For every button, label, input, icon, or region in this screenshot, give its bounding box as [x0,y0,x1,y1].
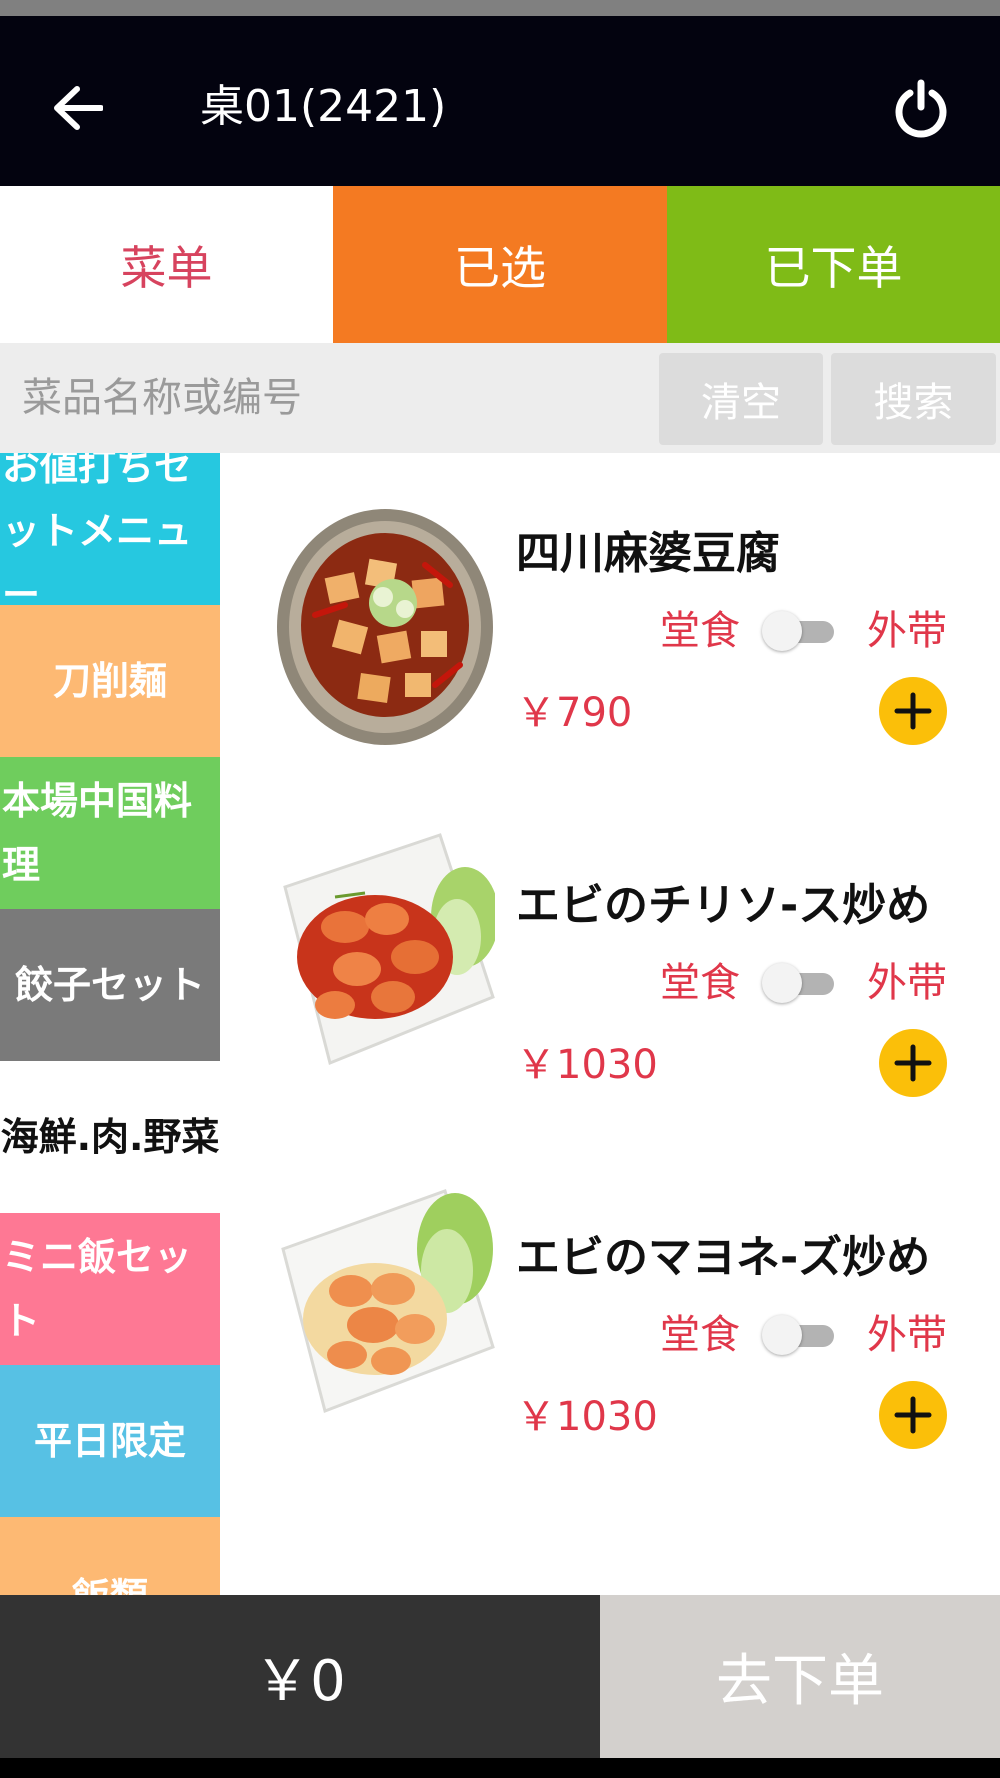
tab-menu[interactable]: 菜单 [0,186,333,343]
dish-card: 四川麻婆豆腐 堂食 外带 ￥790 [220,453,1000,805]
tab-bar: 菜单 已选 已下单 [0,186,1000,343]
clear-button[interactable]: 清空 [659,353,823,445]
toggle-knob [762,611,802,651]
takeout-label: 外带 [867,1312,947,1358]
system-nav-bar [0,1758,1000,1778]
plus-icon [894,692,932,730]
dish-image-shrimp-mayo [281,1189,495,1413]
dish-name: エビのチリソ-ス炒め [516,880,931,931]
category-item-gyoza-set[interactable]: 餃子セット [0,909,220,1061]
category-item-seafood-meat-veg[interactable]: 海鮮.肉.野菜 [0,1061,220,1213]
back-button[interactable] [48,78,108,138]
takeout-label: 外带 [867,960,947,1006]
status-bar [0,0,1000,16]
tab-selected[interactable]: 已选 [333,186,667,343]
category-item-set-menu[interactable]: お値打ちセットメニュー [0,453,220,605]
dish-card: エビのマヨネ-ズ炒め 堂食 外带 ￥1030 [220,1157,1000,1509]
dish-image-shrimp-chili [283,833,495,1066]
takeout-toggle[interactable] [762,1315,834,1355]
dish-price: ￥790 [516,690,633,736]
category-label: 海鮮.肉.野菜 [0,1115,220,1159]
dine-in-label: 堂食 [660,608,740,654]
dish-price: ￥1030 [516,1042,658,1088]
power-button[interactable] [890,78,952,140]
category-label: お値打ちセットメニュー [2,453,193,605]
page-title: 桌01(2421) [200,81,447,132]
category-label: 平日限定 [33,1419,186,1463]
search-button[interactable]: 搜索 [831,353,996,445]
toggle-knob [762,963,802,1003]
category-item-mini-rice-set[interactable]: ミニ飯セット [0,1213,220,1365]
dish-image-mapo-tofu [277,509,493,745]
dine-option-row: 堂食 外带 [660,603,980,659]
dine-option-row: 堂食 外带 [660,955,980,1011]
add-to-cart-button[interactable] [879,1029,947,1097]
add-to-cart-button[interactable] [879,1381,947,1449]
category-label: 本場中国料理 [2,779,193,887]
category-label: ミニ飯セット [2,1235,193,1343]
search-bar: 清空 搜索 [0,343,1000,453]
cart-total: ￥0 [0,1595,600,1758]
dish-name: 四川麻婆豆腐 [516,528,780,579]
category-item-weekday-limited[interactable]: 平日限定 [0,1365,220,1517]
search-input[interactable] [0,343,655,453]
dish-price: ￥1030 [516,1394,658,1440]
plus-icon [894,1044,932,1082]
category-item-daoxiao-noodles[interactable]: 刀削麺 [0,605,220,757]
dine-in-label: 堂食 [660,1312,740,1358]
category-item-chinese-cuisine[interactable]: 本場中国料理 [0,757,220,909]
checkout-button[interactable]: 去下单 [600,1595,1000,1758]
header-bar: 桌01(2421) [0,16,1000,186]
takeout-toggle[interactable] [762,963,834,1003]
dine-option-row: 堂食 外带 [660,1307,980,1363]
toggle-knob [762,1315,802,1355]
add-to-cart-button[interactable] [879,677,947,745]
takeout-label: 外带 [867,608,947,654]
tab-ordered[interactable]: 已下单 [667,186,1000,343]
category-item-rice-dishes[interactable]: 飯類 [0,1517,220,1595]
category-label: 飯類 [0,1517,220,1595]
takeout-toggle[interactable] [762,611,834,651]
category-label: 刀削麺 [52,659,167,703]
dish-name: エビのマヨネ-ズ炒め [516,1232,931,1283]
dish-card: エビのチリソ-ス炒め 堂食 外带 ￥1030 [220,805,1000,1157]
plus-icon [894,1396,932,1434]
category-label: 餃子セット [14,963,205,1007]
arrow-left-icon [54,86,103,130]
bottom-bar: ￥0 去下单 [0,1595,1000,1758]
dine-in-label: 堂食 [660,960,740,1006]
category-sidebar: お値打ちセットメニュー 刀削麺 本場中国料理 餃子セット 海鮮.肉.野菜 ミニ飯… [0,453,220,1595]
power-icon [895,79,947,138]
